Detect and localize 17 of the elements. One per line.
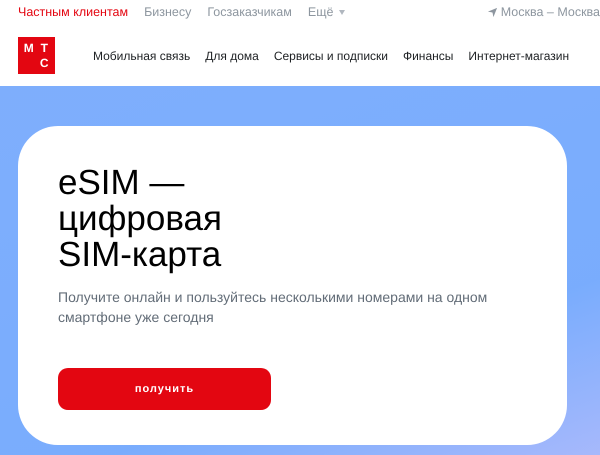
logo[interactable]: М Т С (18, 37, 55, 74)
audience-tab[interactable]: Частным клиентам (18, 3, 128, 22)
nav-link[interactable]: Интернет-магазин (468, 46, 570, 64)
nav-link[interactable]: Для дома (205, 46, 259, 64)
audience-tab[interactable]: Бизнесу (144, 3, 192, 22)
hero-title-line: SIM-карта (58, 237, 222, 273)
hero-subtitle: Получите онлайн и пользуйтесь несколькими номерами на одном смартфоне уже сегодня (58, 288, 488, 327)
audience-tab[interactable]: Госзаказчикам (207, 3, 292, 22)
hero-title-line: цифровая (58, 201, 222, 237)
audience-tab[interactable]: Ещё (308, 3, 346, 22)
nav-link[interactable]: Сервисы и подписки (274, 46, 388, 64)
nav-link[interactable]: Мобильная связь (93, 46, 190, 64)
location-arrow-icon (486, 7, 498, 18)
get-button[interactable]: получить (58, 368, 271, 410)
nav-link[interactable]: Финансы (402, 46, 454, 64)
region-selector[interactable]: Москва – Москва (500, 3, 600, 22)
hero-title-line: eSIM — (58, 165, 184, 201)
